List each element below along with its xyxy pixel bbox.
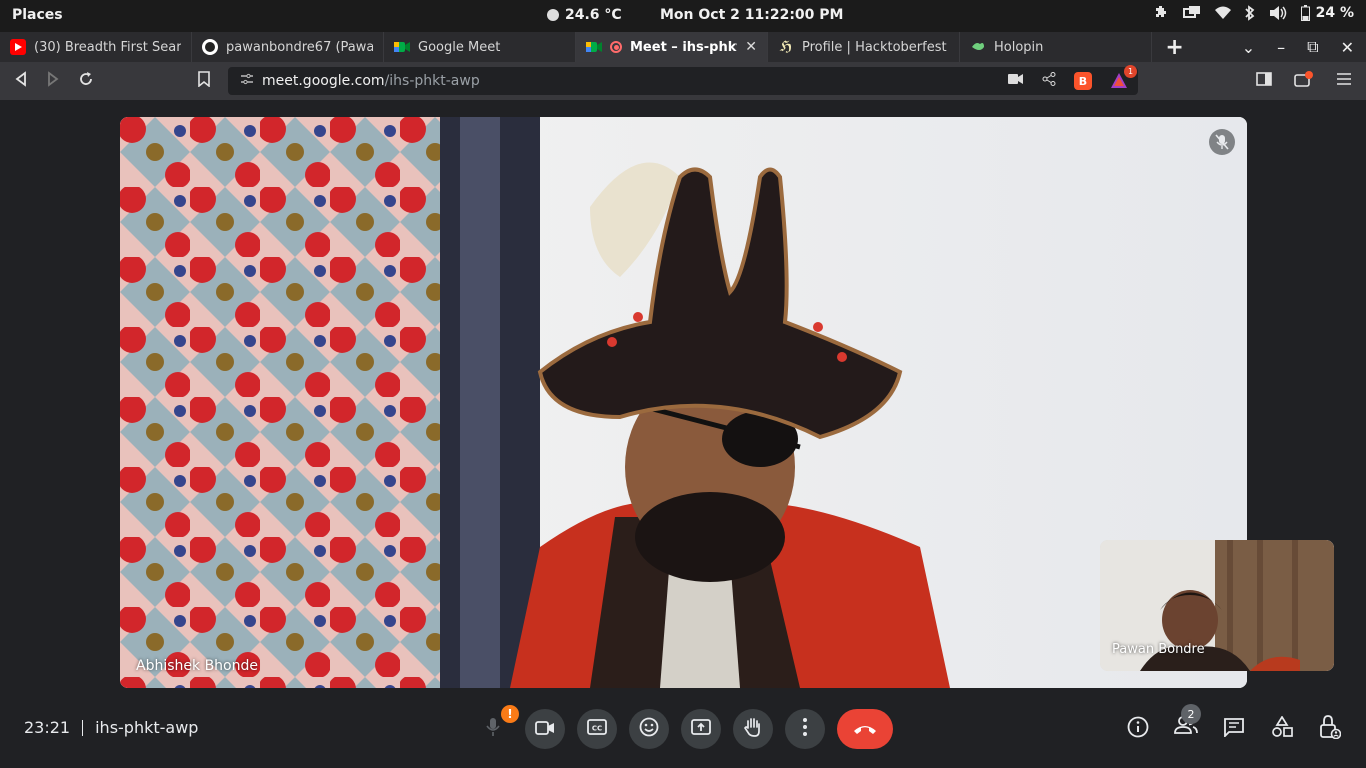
tab-holopin[interactable]: Holopin xyxy=(960,32,1152,62)
back-icon[interactable] xyxy=(14,71,28,91)
holopin-icon xyxy=(970,39,986,55)
places-menu[interactable]: Places xyxy=(12,7,63,23)
more-options-button[interactable] xyxy=(785,709,825,749)
menu-icon[interactable] xyxy=(1336,71,1352,90)
emoji-icon xyxy=(639,717,659,741)
participant-video-feed xyxy=(120,117,1247,688)
close-window-icon[interactable]: ✕ xyxy=(1341,38,1354,57)
warning-icon: ! xyxy=(501,705,519,723)
site-settings-icon[interactable] xyxy=(240,73,254,89)
tab-github[interactable]: pawanbondre67 (Pawan B xyxy=(192,32,384,62)
camera-in-use-icon[interactable] xyxy=(1008,73,1024,89)
tab-youtube[interactable]: (30) Breadth First Search w xyxy=(0,32,192,62)
extensions-icon[interactable] xyxy=(1153,5,1169,21)
microphone-button[interactable]: ! xyxy=(473,705,519,749)
meeting-code: ihs-phkt-awp xyxy=(95,718,199,737)
host-controls-icon[interactable] xyxy=(1317,714,1343,740)
url-path: /ihs-phkt-awp xyxy=(384,73,480,89)
wifi-icon[interactable] xyxy=(1214,6,1231,20)
tab-title: Meet – ihs-phkt-aw xyxy=(630,39,737,55)
more-vertical-icon xyxy=(803,718,807,740)
weather-indicator[interactable]: 24.6 °C xyxy=(547,7,622,23)
microphone-icon xyxy=(485,717,501,741)
display-icon[interactable] xyxy=(1182,5,1201,21)
participant-name: Abhishek Bhonde xyxy=(136,658,258,674)
brave-rewards-icon[interactable]: 1 xyxy=(1110,65,1137,90)
camera-button[interactable] xyxy=(525,709,565,749)
google-meet-icon xyxy=(394,39,410,55)
divider xyxy=(82,719,84,736)
forward-icon[interactable] xyxy=(46,71,60,91)
url-host: meet.google.com xyxy=(262,73,385,89)
system-top-bar: Places 24.6 °C Mon Oct 2 11:22:00 PM 24 … xyxy=(0,0,1366,32)
captions-icon: CC xyxy=(587,719,607,739)
share-icon[interactable] xyxy=(1042,72,1056,90)
minimize-icon[interactable]: – xyxy=(1277,38,1285,57)
bluetooth-icon[interactable] xyxy=(1244,5,1255,21)
hand-icon xyxy=(744,717,762,741)
wallet-icon[interactable] xyxy=(1294,71,1314,91)
window-controls: + ⌄ – ⧉ ✕ xyxy=(1165,32,1366,62)
meeting-details-icon[interactable] xyxy=(1125,714,1151,740)
brave-shields-icon[interactable]: B xyxy=(1074,72,1092,90)
mic-off-icon xyxy=(1209,129,1235,155)
github-icon xyxy=(202,39,218,55)
chat-icon[interactable] xyxy=(1221,714,1247,740)
browser-tab-bar: (30) Breadth First Search w pawanbondre6… xyxy=(0,32,1366,62)
captions-button[interactable]: CC xyxy=(577,709,617,749)
bookmark-icon[interactable] xyxy=(198,71,210,91)
tab-title: Google Meet xyxy=(418,39,501,55)
end-call-icon xyxy=(853,720,877,739)
google-meet-icon xyxy=(586,39,602,55)
leave-call-button[interactable] xyxy=(837,709,893,749)
meeting-time: 23:21 xyxy=(24,718,71,737)
meeting-info: 23:21 ihs-phkt-awp xyxy=(24,718,198,737)
notification-badge: 1 xyxy=(1124,65,1137,78)
self-video-tile[interactable]: Pawan Bondre xyxy=(1100,540,1334,671)
raise-hand-button[interactable] xyxy=(733,709,773,749)
browser-toolbar: meet.google.com/ihs-phkt-awp B 1 xyxy=(0,62,1366,100)
present-icon xyxy=(691,719,711,739)
hacktoberfest-icon: ℌ xyxy=(779,39,793,55)
system-clock[interactable]: Mon Oct 2 11:22:00 PM xyxy=(660,7,843,23)
tab-title: Holopin xyxy=(994,39,1044,55)
camera-icon xyxy=(535,720,555,739)
tab-title: (30) Breadth First Search w xyxy=(34,39,181,55)
weather-icon xyxy=(547,9,559,21)
tab-title: pawanbondre67 (Pawan B xyxy=(226,39,373,55)
self-participant-name: Pawan Bondre xyxy=(1112,642,1205,657)
people-button[interactable]: 2 xyxy=(1173,704,1201,740)
tab-google-meet[interactable]: Google Meet xyxy=(384,32,576,62)
people-count-badge: 2 xyxy=(1181,704,1201,724)
maximize-icon[interactable]: ⧉ xyxy=(1307,37,1318,57)
tab-list-chevron-icon[interactable]: ⌄ xyxy=(1242,38,1255,57)
main-participant-video[interactable]: Abhishek Bhonde xyxy=(120,117,1247,688)
address-bar-actions: B 1 xyxy=(1008,65,1137,90)
battery-icon xyxy=(1300,5,1310,21)
tab-title: Profile | Hacktoberfest 202 xyxy=(802,39,949,55)
tab-hacktoberfest[interactable]: ℌ Profile | Hacktoberfest 202 xyxy=(768,32,960,62)
battery-indicator[interactable]: 24 % xyxy=(1300,5,1354,21)
sidebar-toggle-icon[interactable] xyxy=(1256,71,1272,90)
new-tab-icon[interactable]: + xyxy=(1165,35,1183,60)
activities-icon[interactable] xyxy=(1269,714,1295,740)
tab-meet-active[interactable]: Meet – ihs-phkt-aw ✕ xyxy=(576,32,768,62)
temperature-label: 24.6 °C xyxy=(565,7,622,23)
recording-icon xyxy=(610,41,622,53)
meeting-controls-bar: 23:21 ihs-phkt-awp ! CC 2 xyxy=(0,700,1366,768)
address-bar[interactable]: meet.google.com/ihs-phkt-awp B 1 xyxy=(228,65,1138,95)
present-screen-button[interactable] xyxy=(681,709,721,749)
volume-icon[interactable] xyxy=(1269,5,1287,21)
svg-text:CC: CC xyxy=(592,725,602,733)
system-tray: 24 % xyxy=(1153,5,1354,21)
youtube-icon xyxy=(10,39,26,55)
reload-icon[interactable] xyxy=(78,71,94,91)
close-tab-icon[interactable]: ✕ xyxy=(745,39,757,55)
reactions-button[interactable] xyxy=(629,709,669,749)
battery-label: 24 % xyxy=(1315,5,1354,21)
